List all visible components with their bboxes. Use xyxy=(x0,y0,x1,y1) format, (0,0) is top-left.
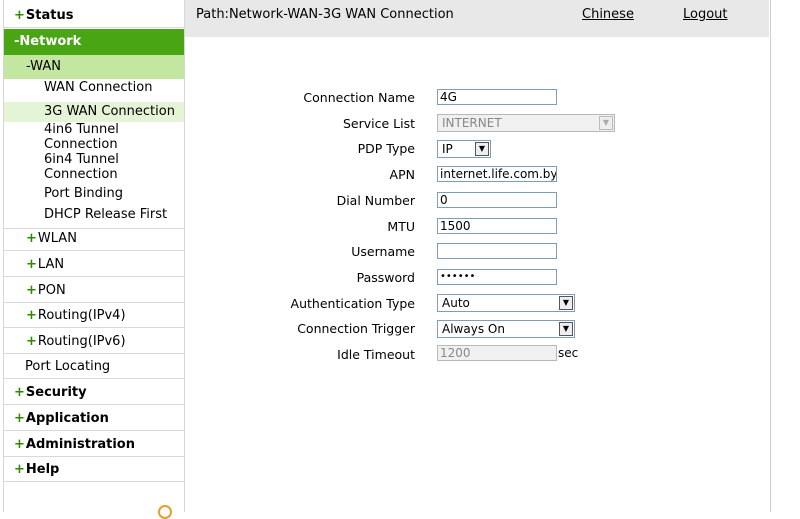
nav-status[interactable]: +Status xyxy=(4,4,184,28)
password-input[interactable]: •••••• xyxy=(437,269,557,285)
password-label: Password xyxy=(356,270,415,285)
nav-lan-label: LAN xyxy=(37,257,65,272)
username-input[interactable] xyxy=(437,243,557,259)
nav-help-label: Help xyxy=(25,462,60,477)
connection-trigger-select[interactable]: Always On ▼ xyxy=(437,320,575,338)
expand-icon: + xyxy=(14,8,25,23)
chinese-link[interactable]: Chinese xyxy=(582,7,634,22)
nav-wlan[interactable]: +WLAN xyxy=(4,226,184,251)
nav-application-label: Application xyxy=(25,411,109,426)
connection-trigger-label: Connection Trigger xyxy=(297,321,415,336)
service-list-value: INTERNET xyxy=(442,116,502,130)
nav-routing-ipv6-label: Routing(IPv6) xyxy=(37,334,126,349)
idle-timeout-label: Idle Timeout xyxy=(337,347,415,362)
nav-application[interactable]: +Application xyxy=(4,406,184,431)
expand-icon: + xyxy=(26,231,37,246)
nav-routing-ipv6[interactable]: +Routing(IPv6) xyxy=(4,329,184,354)
expand-icon: + xyxy=(26,283,37,298)
expand-icon: + xyxy=(14,437,25,452)
chevron-down-icon: ▼ xyxy=(475,142,489,156)
authentication-type-label: Authentication Type xyxy=(290,296,415,311)
nav-6in4-tunnel-line1[interactable]: 6in4 Tunnel xyxy=(4,152,184,167)
idle-timeout-unit: sec xyxy=(558,346,579,360)
nav-6in4-tunnel-line2[interactable]: Connection xyxy=(4,167,184,182)
expand-icon: + xyxy=(14,462,25,477)
nav-port-locating[interactable]: Port Locating xyxy=(4,354,184,379)
nav-routing-ipv4-label: Routing(IPv4) xyxy=(37,308,126,323)
nav-4in6-tunnel-line2[interactable]: Connection xyxy=(4,137,184,152)
nav-wan-label: WAN xyxy=(30,59,61,74)
pdp-type-label: PDP Type xyxy=(357,141,415,156)
authentication-type-select[interactable]: Auto ▼ xyxy=(437,294,575,312)
connection-trigger-value: Always On xyxy=(442,322,505,336)
apn-label: APN xyxy=(389,167,415,182)
main-content: Path:Network-WAN-3G WAN Connection Chine… xyxy=(185,0,771,512)
expand-icon: + xyxy=(14,385,25,400)
authentication-type-value: Auto xyxy=(442,296,470,310)
nav-security[interactable]: +Security xyxy=(4,380,184,405)
dial-number-label: Dial Number xyxy=(336,193,415,208)
path-bar: Path:Network-WAN-3G WAN Connection Chine… xyxy=(185,0,769,37)
expand-icon: + xyxy=(26,334,37,349)
pdp-type-select[interactable]: IP ▼ xyxy=(437,140,491,158)
nav-port-binding[interactable]: Port Binding xyxy=(4,186,184,201)
nav-pon[interactable]: +PON xyxy=(4,278,184,303)
chevron-down-icon: ▼ xyxy=(599,116,613,130)
nav-administration[interactable]: +Administration xyxy=(4,432,184,457)
pdp-type-value: IP xyxy=(442,142,453,156)
connection-name-label: Connection Name xyxy=(303,90,415,105)
connection-name-input[interactable]: 4G xyxy=(437,89,557,105)
sidebar: +Status -Network -WAN WAN Connection 3G … xyxy=(3,0,185,519)
nav-pon-label: PON xyxy=(37,283,66,298)
logout-link[interactable]: Logout xyxy=(683,7,728,22)
nav-administration-label: Administration xyxy=(25,437,135,452)
mtu-label: MTU xyxy=(387,219,415,234)
nav-wan-connection[interactable]: WAN Connection xyxy=(4,80,184,95)
chevron-down-icon: ▼ xyxy=(559,296,573,310)
service-list-label: Service List xyxy=(342,116,415,131)
expand-icon: + xyxy=(26,257,37,272)
mtu-input[interactable]: 1500 xyxy=(437,218,557,234)
chevron-down-icon: ▼ xyxy=(559,322,573,336)
nav-security-label: Security xyxy=(25,385,87,400)
nav-4in6-tunnel-line1[interactable]: 4in6 Tunnel xyxy=(4,122,184,137)
breadcrumb: Path:Network-WAN-3G WAN Connection xyxy=(196,7,454,22)
nav-lan[interactable]: +LAN xyxy=(4,252,184,277)
status-icon xyxy=(158,505,172,519)
expand-icon: + xyxy=(26,308,37,323)
nav-status-label: Status xyxy=(25,8,74,23)
expand-icon: + xyxy=(14,411,25,426)
nav-network[interactable]: -Network xyxy=(4,29,184,55)
nav-network-label: Network xyxy=(19,34,82,49)
nav-help[interactable]: +Help xyxy=(4,457,184,482)
nav-3g-wan-connection[interactable]: 3G WAN Connection xyxy=(4,102,184,122)
username-label: Username xyxy=(351,244,415,259)
service-list-select[interactable]: INTERNET ▼ xyxy=(437,114,615,132)
idle-timeout-input[interactable]: 1200 xyxy=(437,345,557,361)
dial-number-input[interactable]: 0 xyxy=(437,192,557,208)
apn-input[interactable]: internet.life.com.by xyxy=(437,166,557,182)
nav-wlan-label: WLAN xyxy=(37,231,77,246)
nav-wan[interactable]: -WAN xyxy=(4,55,184,79)
nav-routing-ipv4[interactable]: +Routing(IPv4) xyxy=(4,303,184,328)
